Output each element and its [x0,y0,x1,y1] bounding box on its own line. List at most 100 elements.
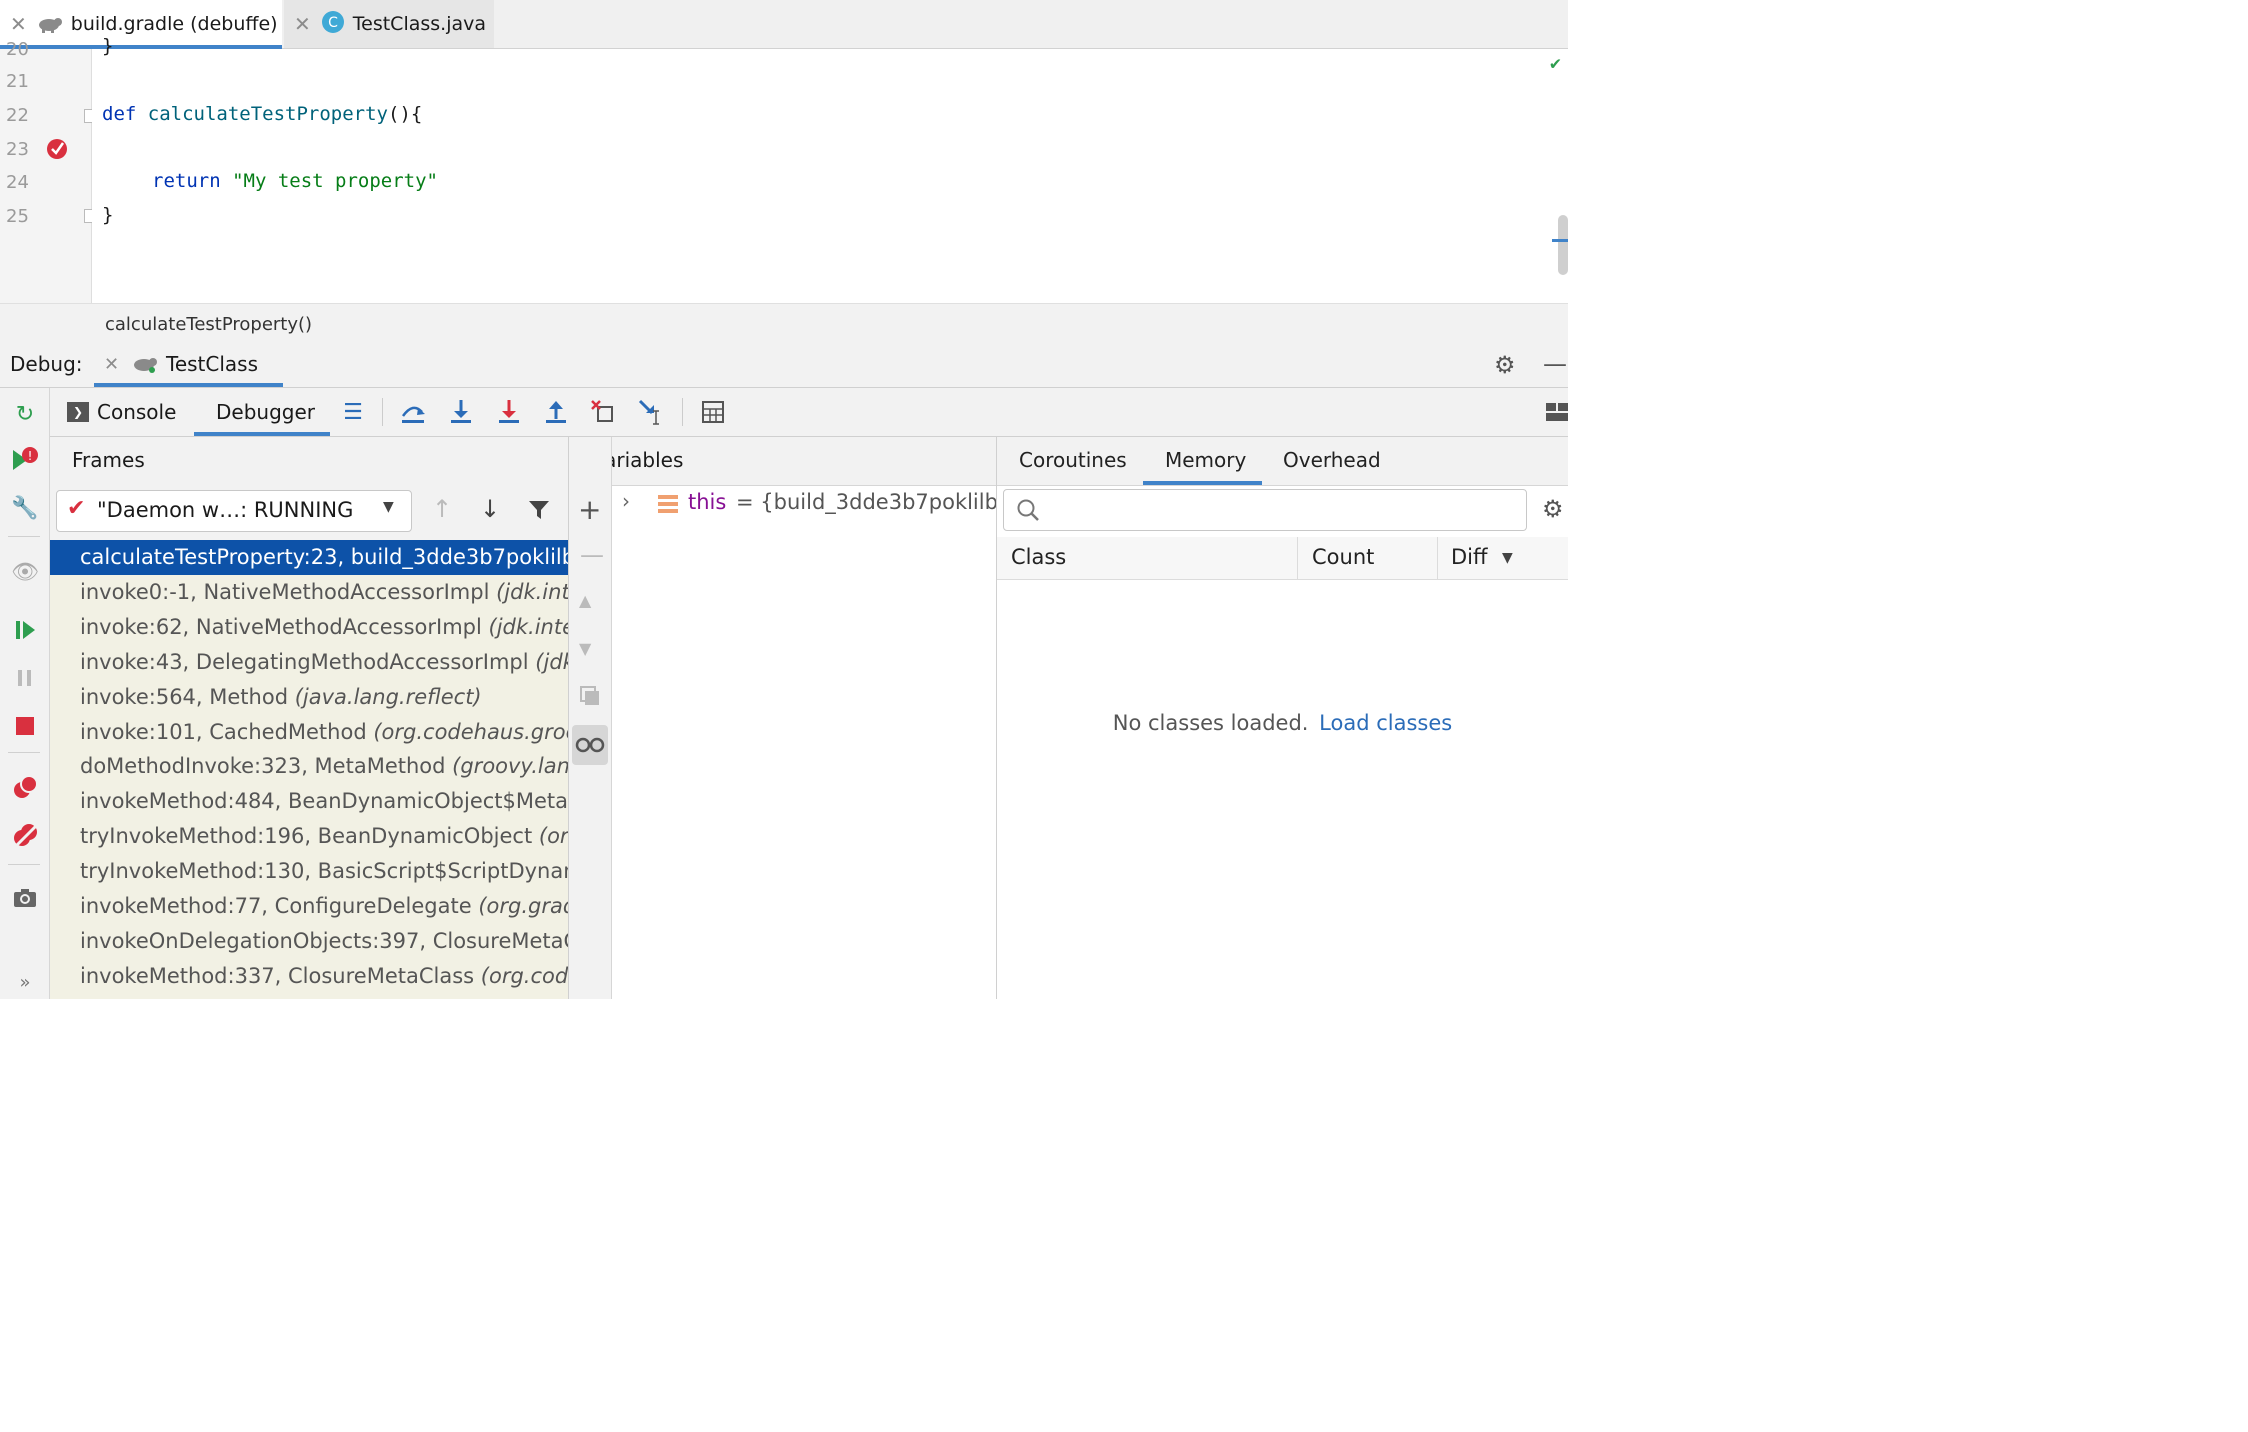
wrench-icon[interactable]: 🔧 [11,494,39,522]
frame-row[interactable]: calculateTestProperty:23, build_3dde3b7p… [50,540,568,575]
tab-overhead[interactable]: Overhead [1283,448,1381,472]
frames-panel: Frames ✔ "Daemon w…: RUNNING ▼ ↑ ↓ calcu… [50,437,569,999]
load-classes-link[interactable]: Load classes [1319,711,1452,735]
frame-package: (jdk.internal.reflect) [535,649,568,674]
code-line-24: return "My test property" [152,170,438,192]
editor-gutter[interactable]: 20 21 22 23 24 25 [0,39,96,303]
move-down-icon[interactable]: ▼ [579,639,591,658]
variable-row-this[interactable]: › this = {build_3dde3b7poklilb [612,487,996,521]
frame-package: (groovy.lang) [452,754,568,779]
variables-action-strip: + — ▲ ▼ [569,437,612,999]
frame-row[interactable]: invoke:564, Method (java.lang.reflect) [50,680,568,715]
frame-name: doMethodInvoke:323, MetaMethod [80,754,446,779]
tab-debugger[interactable]: Debugger [194,388,330,436]
sort-desc-icon[interactable]: ▼ [1502,550,1513,566]
frame-row[interactable]: invokeOnDelegationObjects:397, ClosureMe… [50,924,568,959]
frame-package: (jdk.internal.reflect) [496,579,568,604]
frame-row[interactable]: invoke:62, NativeMethodAccessorImpl (jdk… [50,610,568,645]
close-session-icon[interactable]: ✕ [104,354,119,375]
gear-icon[interactable]: ⚙ [1494,351,1516,379]
more-actions-icon[interactable]: » [11,968,39,996]
debug-session-tab[interactable]: ✕ TestClass [94,342,283,387]
frame-package: (jdk.internal.reflect) [488,614,568,639]
copy-icon[interactable] [579,685,601,711]
arrow-down-icon[interactable]: ↓ [480,495,500,523]
evaluate-expression-icon[interactable] [700,398,726,426]
frame-row[interactable]: invokeMethod:484, BeanDynamicObject$Meta… [50,784,568,819]
gradle-elephant-icon [37,14,63,34]
rerun-failed-icon[interactable]: ! [11,446,39,474]
breadcrumb[interactable]: calculateTestProperty() [105,314,312,335]
line-number: 20 [6,39,29,60]
field-icon [658,495,678,517]
tab-label: Debugger [216,400,315,424]
svg-text:!: ! [28,449,33,463]
tab-coroutines[interactable]: Coroutines [1019,448,1127,472]
close-tab-icon[interactable]: ✕ [10,12,27,36]
gear-icon[interactable]: ⚙ [1542,495,1564,523]
frame-row[interactable]: invoke:43, DelegatingMethodAccessorImpl … [50,645,568,680]
scroll-marker [1552,239,1568,242]
tab-build-gradle[interactable]: ✕ build.gradle (debuffe) [0,0,282,49]
step-out-icon[interactable] [543,398,569,426]
stop-icon[interactable] [11,712,39,740]
code-editor[interactable]: } def calculateTestProperty(){ println "… [92,35,1568,303]
breakpoint-icon[interactable] [45,137,69,165]
mute-breakpoints-icon[interactable] [11,822,39,850]
variable-value: = {build_3dde3b7poklilb [736,490,997,514]
column-diff[interactable]: Diff [1451,545,1487,569]
close-tab-icon[interactable]: ✕ [294,12,311,36]
minimize-icon[interactable]: — [1543,350,1567,378]
step-into-icon[interactable] [448,398,474,426]
editor-scrollbar[interactable] [1558,215,1568,275]
class-search-input[interactable] [1003,489,1527,531]
layout-settings-icon[interactable] [1544,398,1570,426]
chevron-right-icon[interactable]: › [622,489,630,513]
frame-row[interactable]: tryInvokeMethod:130, BasicScript$ScriptD… [50,854,568,889]
gradle-elephant-icon [132,354,158,378]
step-over-icon[interactable] [400,398,426,426]
empty-text: No classes loaded. [1112,711,1309,735]
frame-name: invokeOnDelegationObjects:397, ClosureMe… [80,928,568,953]
eye-icon[interactable]: 👁 [11,558,39,586]
resume-icon[interactable] [11,616,39,644]
inspection-ok-icon[interactable]: ✔ [1550,53,1561,74]
tab-label: TestClass.java [352,13,487,35]
frames-list[interactable]: calculateTestProperty:23, build_3dde3b7p… [50,540,568,999]
frame-row[interactable]: invokeMethod:77, ConfigureDelegate (org.… [50,889,568,924]
show-watches-toggle[interactable] [572,725,608,765]
add-watch-icon[interactable]: + [578,493,601,526]
tab-memory[interactable]: Memory [1143,437,1262,485]
frame-name: invoke0:-1, NativeMethodAccessorImpl [80,579,490,604]
search-icon [1016,498,1040,526]
force-step-into-icon[interactable] [496,398,522,426]
frame-name: invokeMethod:77, ConfigureDelegate [80,894,472,918]
arrow-up-icon[interactable]: ↑ [432,495,452,523]
move-up-icon[interactable]: ▲ [579,591,591,610]
drop-frame-icon[interactable] [590,398,616,426]
view-breakpoints-icon[interactable] [11,774,39,802]
remove-watch-icon[interactable]: — [580,541,604,569]
rerun-icon[interactable]: ↻ [11,400,39,428]
frame-row[interactable]: tryInvokeMethod:196, BeanDynamicObject (… [50,819,568,854]
show-execution-point-icon[interactable]: ☰ [340,398,366,426]
frame-name: invoke:43, DelegatingMethodAccessorImpl [80,649,529,674]
tab-testclass-java[interactable]: ✕ C TestClass.java [284,0,494,48]
thread-selector[interactable]: ✔ "Daemon w…: RUNNING ▼ [56,490,412,532]
debug-label: Debug: [10,352,83,376]
frame-row[interactable]: invokeMethod:337, ClosureMetaClass (org.… [50,959,568,994]
frame-row[interactable]: invoke:101, CachedMethod (org.codehaus.g… [50,715,568,750]
column-count[interactable]: Count [1312,545,1374,569]
debug-tool-window-header: Debug: ✕ TestClass ⚙ — [0,342,1568,388]
column-class[interactable]: Class [1011,545,1066,569]
filter-icon[interactable] [528,499,550,525]
line-number: 25 [6,206,29,227]
line-number: 22 [6,105,29,126]
debugger-toolbar: ❯ Console Debugger ☰ [50,388,1568,437]
frame-row[interactable]: doMethodInvoke:323, MetaMethod (groovy.l… [50,749,568,784]
frame-row[interactable]: invoke0:-1, NativeMethodAccessorImpl (jd… [50,575,568,610]
run-to-cursor-icon[interactable] [638,398,664,426]
pause-icon[interactable] [11,664,39,692]
camera-icon[interactable] [11,884,39,912]
tab-console[interactable]: ❯ Console [62,388,182,436]
